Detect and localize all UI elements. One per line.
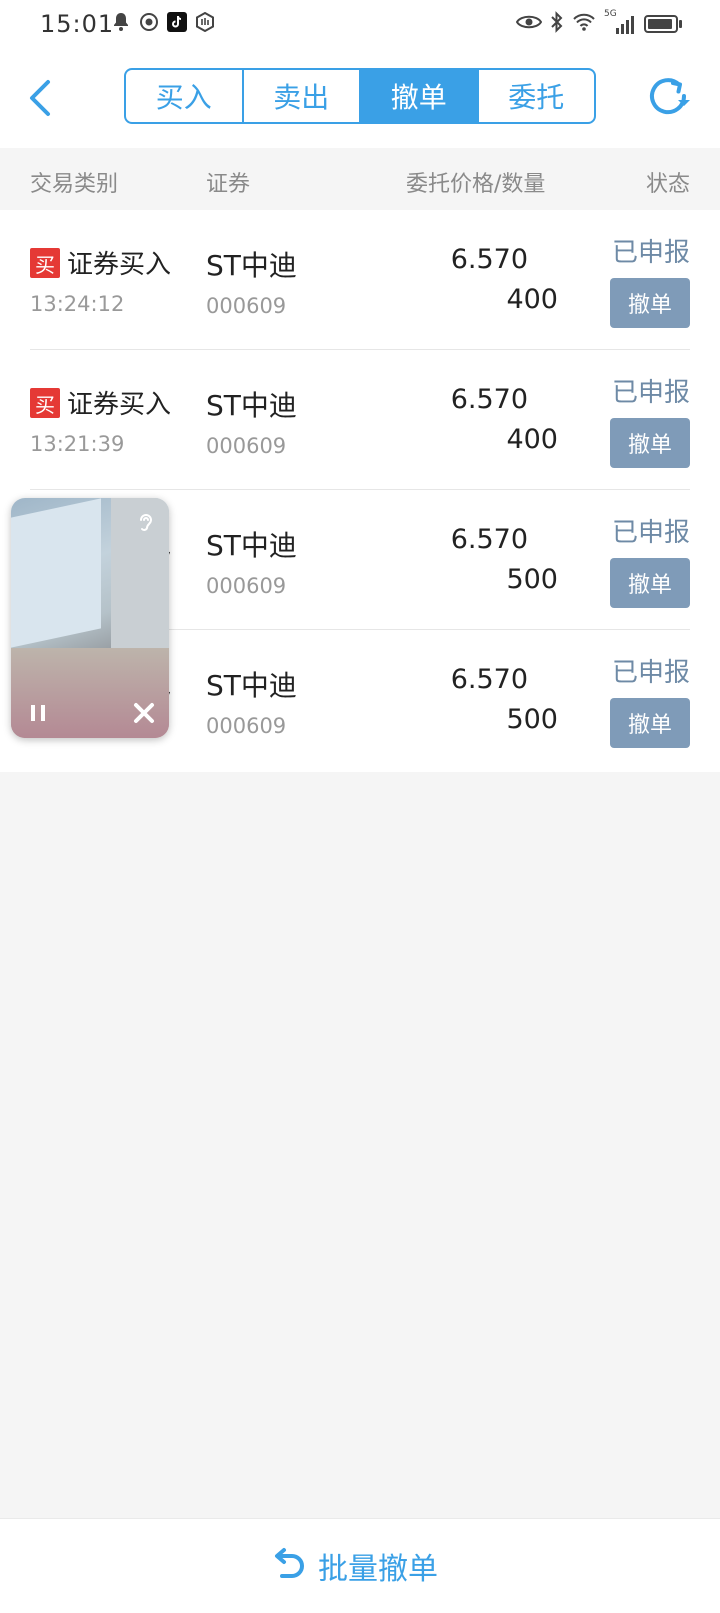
eye-icon: [515, 13, 543, 35]
order-qty: 500: [506, 704, 558, 735]
order-price: 6.570: [450, 664, 528, 695]
cancel-order-button[interactable]: 撤单: [610, 698, 690, 748]
status-icons-left: [110, 11, 216, 33]
order-status: 已申报: [611, 518, 690, 548]
order-status: 已申报: [611, 238, 690, 268]
chevron-left-icon: [30, 80, 50, 116]
refresh-button[interactable]: [646, 74, 692, 120]
trade-tabs: 买入 卖出 撤单 委托: [124, 68, 596, 124]
status-icons-right: 5G: [515, 9, 682, 37]
order-status: 已申报: [611, 378, 690, 408]
undo-icon: [275, 1548, 304, 1578]
column-header: 交易类别 证券 委托价格/数量 状态: [0, 148, 720, 210]
order-status: 已申报: [611, 658, 690, 688]
order-qty: 400: [506, 424, 558, 455]
buy-badge: 买: [30, 248, 60, 278]
tab-sell[interactable]: 卖出: [244, 70, 361, 122]
order-qty: 500: [506, 564, 558, 595]
security-code: 000609: [206, 714, 287, 738]
cancel-order-button[interactable]: 撤单: [610, 418, 690, 468]
bluetooth-icon: [550, 11, 564, 37]
video-frame: [11, 498, 101, 648]
tab-orders[interactable]: 委托: [479, 70, 595, 122]
order-time: 13:21:39: [30, 432, 125, 456]
tiktok-icon: [166, 11, 188, 33]
ear-icon[interactable]: [133, 510, 159, 536]
order-row[interactable]: 买 证券买入 13:21:39 ST中迪 000609 6.570 400 已申…: [0, 350, 720, 490]
order-type: 证券买入: [67, 250, 172, 280]
bottom-bar: 批量撤单: [0, 1518, 720, 1613]
wifi-icon: [572, 12, 596, 36]
security-name: ST中迪: [206, 249, 297, 282]
back-button[interactable]: [22, 76, 62, 120]
order-price: 6.570: [450, 524, 528, 555]
header: 买入 卖出 撤单 委托: [0, 48, 720, 148]
cancel-order-button[interactable]: 撤单: [610, 558, 690, 608]
security-code: 000609: [206, 434, 287, 458]
tab-cancel[interactable]: 撤单: [361, 70, 479, 122]
security-code: 000609: [206, 574, 287, 598]
batch-cancel-label: 批量撤单: [318, 1552, 438, 1587]
status-bar: 15:01 5G: [0, 0, 720, 48]
security-name: ST中迪: [206, 529, 297, 562]
order-price: 6.570: [450, 384, 528, 415]
col-price-qty: 委托价格/数量: [406, 172, 546, 197]
refresh-icon: [650, 78, 690, 115]
signal-icon: 5G: [604, 9, 636, 35]
pause-icon[interactable]: [27, 702, 49, 724]
floating-video-player[interactable]: [11, 498, 169, 738]
col-security: 证券: [206, 172, 251, 197]
order-time: 13:24:12: [30, 292, 125, 316]
col-status: 状态: [645, 172, 690, 197]
battery-icon: [644, 15, 682, 33]
security-code: 000609: [206, 294, 287, 318]
bell-icon: [110, 11, 132, 33]
tab-buy[interactable]: 买入: [126, 70, 244, 122]
app-icon: [138, 11, 160, 33]
close-icon[interactable]: [131, 700, 157, 726]
order-type: 证券买入: [67, 390, 172, 420]
security-name: ST中迪: [206, 389, 297, 422]
status-time: 15:01: [40, 10, 115, 38]
col-type: 交易类别: [30, 172, 119, 197]
cancel-order-button[interactable]: 撤单: [610, 278, 690, 328]
order-qty: 400: [506, 284, 558, 315]
hand-icon: [194, 11, 216, 33]
order-price: 6.570: [450, 244, 528, 275]
batch-cancel-button[interactable]: 批量撤单: [268, 1543, 438, 1589]
security-name: ST中迪: [206, 669, 297, 702]
order-row[interactable]: 买 证券买入 13:24:12 ST中迪 000609 6.570 400 已申…: [0, 210, 720, 350]
buy-badge: 买: [30, 388, 60, 418]
